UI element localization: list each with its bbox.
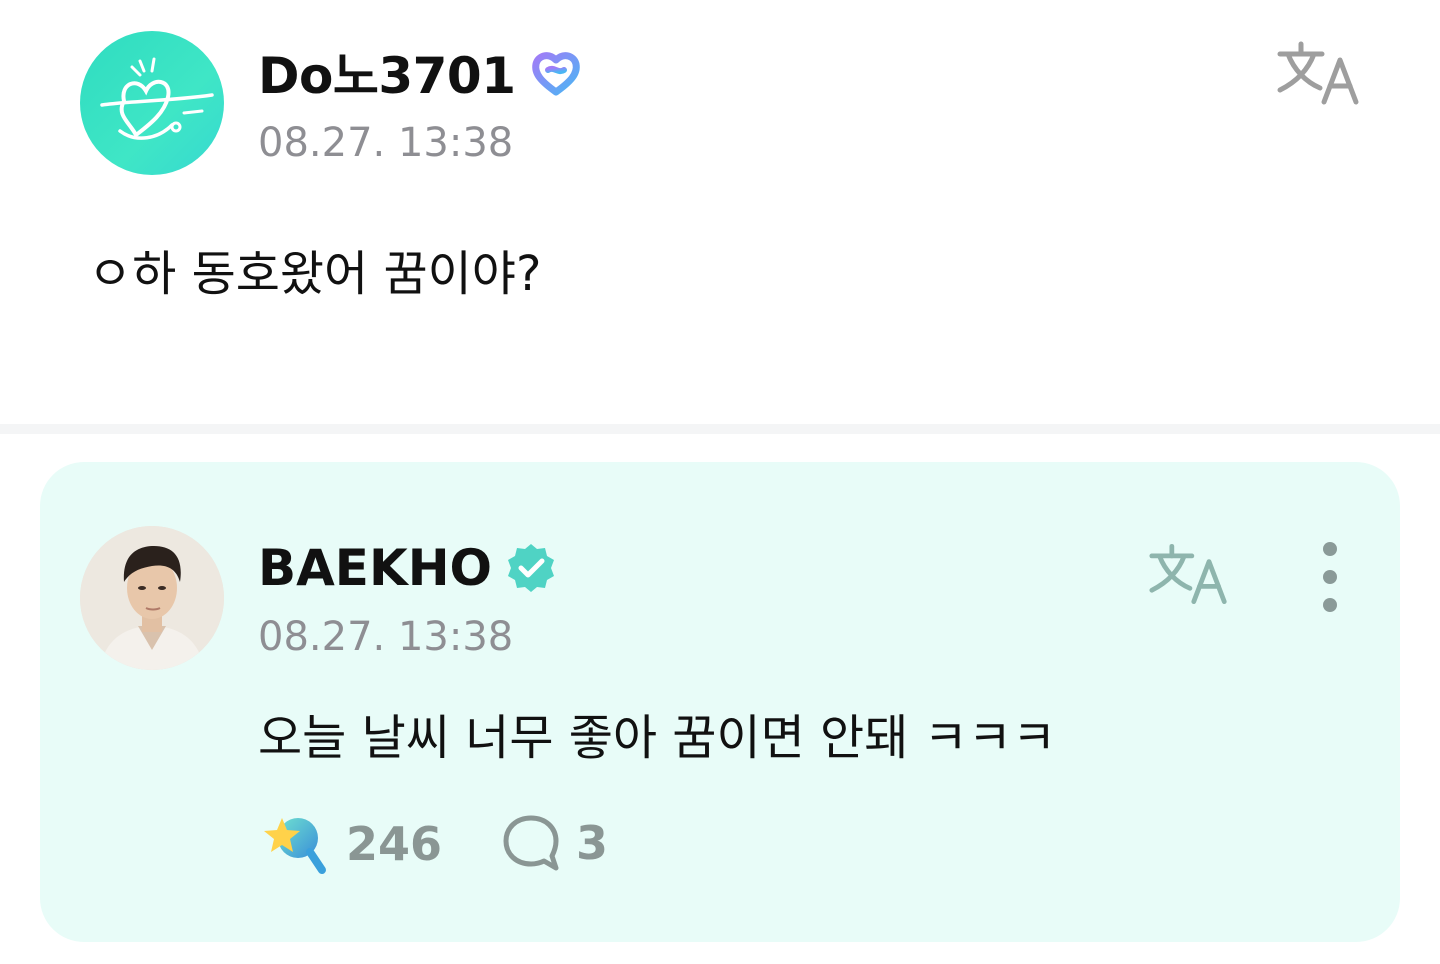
comment-count: 3: [576, 816, 609, 870]
author-name[interactable]: Do노3701: [258, 36, 516, 108]
like-count: 246: [346, 817, 443, 871]
artist-reply-card: BAEKHO 08.27. 13:38 오늘 날씨 너무 좋아 꿈이면 안돼 ㅋ…: [40, 462, 1400, 942]
post-text: ㅇ하 동호왔어 꿈이야?: [88, 246, 542, 302]
translate-icon: [1149, 543, 1227, 605]
signature-logo-icon: [100, 57, 214, 140]
verified-check-icon: [508, 544, 555, 592]
more-options-button[interactable]: [1308, 542, 1352, 612]
comment-button[interactable]: 3: [500, 812, 608, 874]
translate-button[interactable]: [1276, 40, 1362, 110]
artist-author-row: BAEKHO: [258, 538, 558, 598]
more-dot-icon: [1323, 542, 1337, 556]
fan-heart-badge-icon: [531, 52, 580, 96]
artist-name[interactable]: BAEKHO: [258, 539, 492, 597]
fan-post: Do노3701 08.27. 13:38 ㅇ하 동호왔어 꿈이야?: [0, 0, 1440, 424]
divider: [0, 424, 1440, 434]
artist-avatar[interactable]: [80, 526, 224, 670]
reply-text: 오늘 날씨 너무 좋아 꿈이면 안돼 ㅋㅋㅋ: [258, 710, 1057, 766]
author-row: Do노3701: [258, 40, 584, 105]
artist-photo: [80, 526, 224, 670]
translate-icon: [1277, 41, 1359, 105]
comment-bubble-icon: [503, 815, 559, 871]
like-button[interactable]: 246: [260, 812, 442, 876]
post-timestamp: 08.27. 13:38: [258, 120, 514, 166]
translate-button[interactable]: [1148, 542, 1230, 610]
lightstick-like-icon: [264, 818, 326, 874]
more-dot-icon: [1323, 598, 1337, 612]
avatar[interactable]: [80, 31, 224, 175]
reply-timestamp: 08.27. 13:38: [258, 614, 514, 660]
more-dot-icon: [1323, 570, 1337, 584]
